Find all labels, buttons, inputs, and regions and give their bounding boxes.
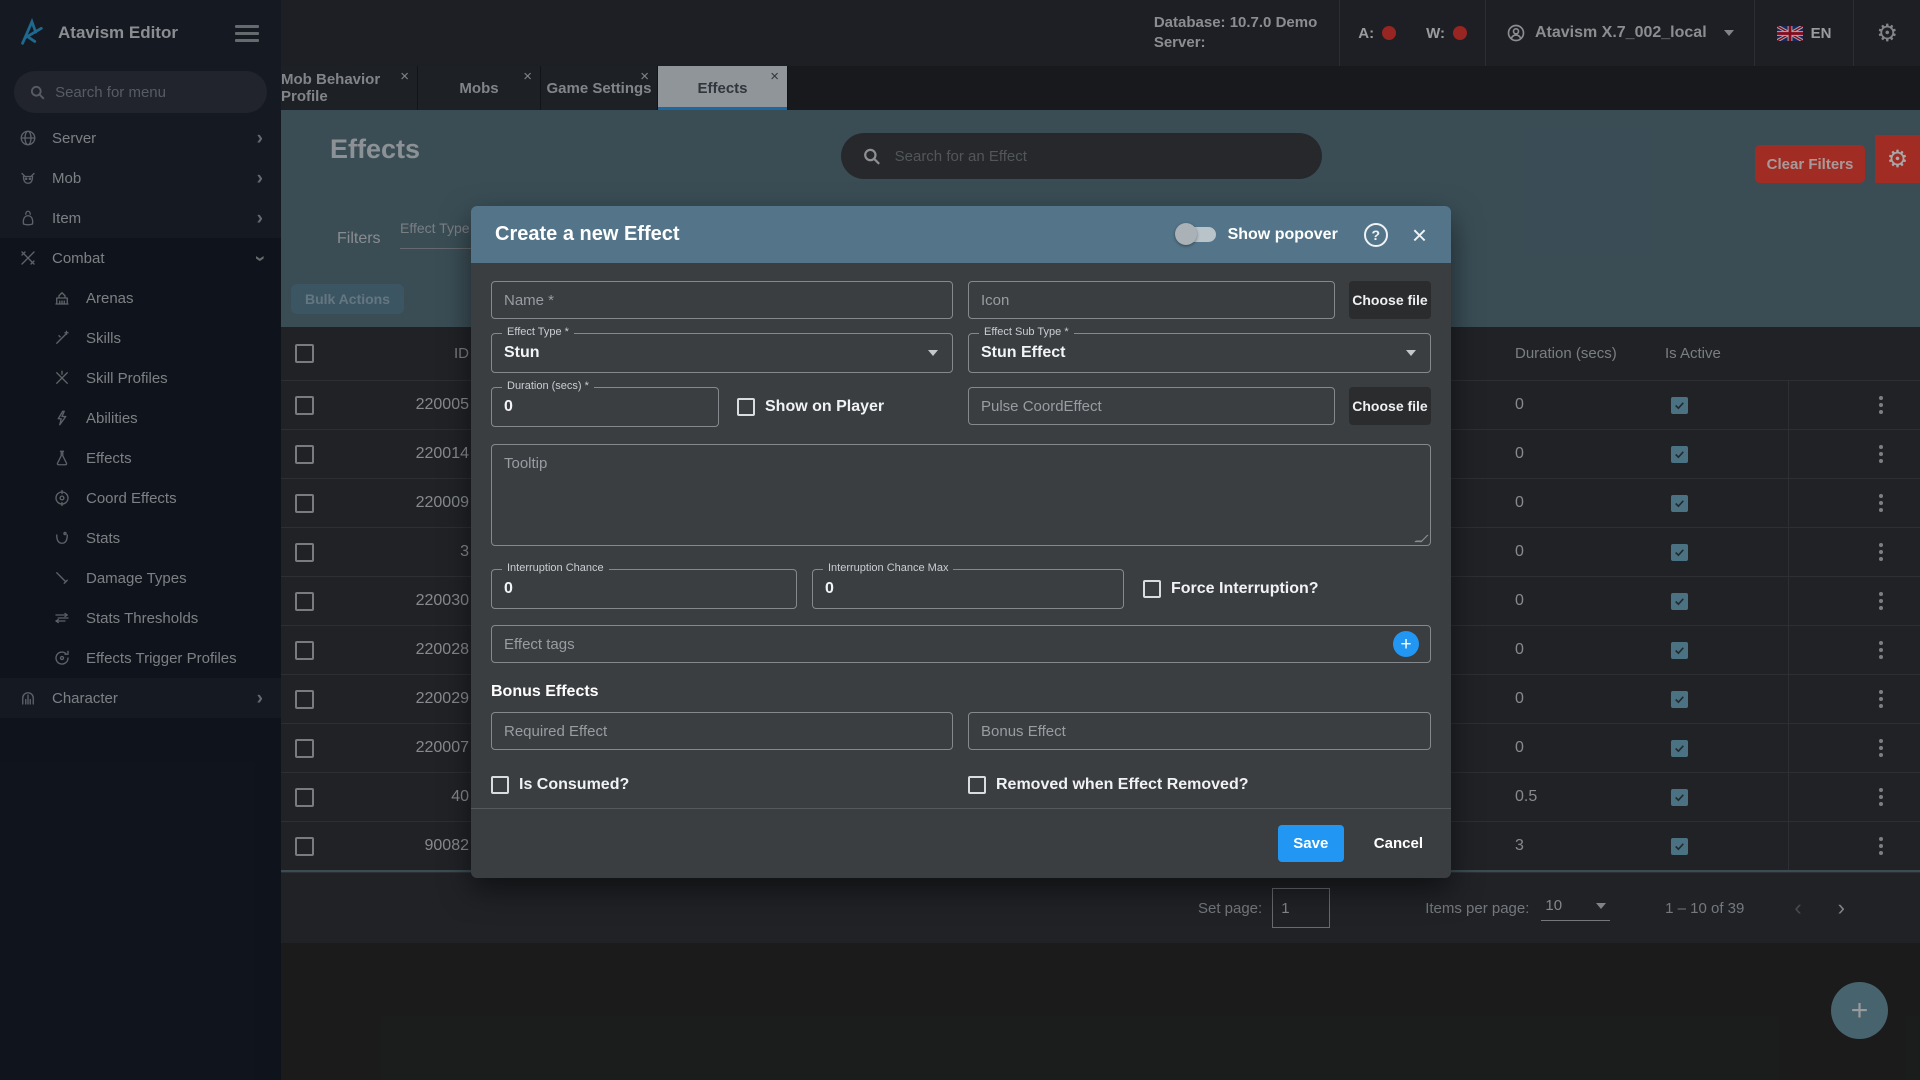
cancel-button[interactable]: Cancel	[1374, 835, 1423, 852]
interruption-chance-max-input[interactable]	[825, 580, 1111, 598]
modal-footer: Save Cancel	[471, 808, 1451, 878]
interruption-chance-max-label: Interruption Chance Max	[823, 562, 954, 574]
removed-when-effect-removed-checkbox[interactable]: Removed when Effect Removed?	[968, 776, 1249, 794]
duration-input[interactable]	[504, 398, 706, 416]
help-icon[interactable]: ?	[1363, 222, 1388, 247]
add-tag-button[interactable]: +	[1393, 631, 1419, 657]
checkbox-box	[491, 776, 509, 794]
modal-body: Choose file Effect Type * Stun Effect Su…	[471, 263, 1451, 794]
pulse-coordeffect-field[interactable]	[968, 387, 1335, 425]
tooltip-area	[491, 444, 1431, 551]
is-consumed-checkbox[interactable]: Is Consumed?	[491, 776, 629, 794]
effect-tags-input[interactable]	[491, 625, 1431, 663]
close-icon[interactable]: ×	[1412, 222, 1427, 248]
modal-header: Create a new Effect Show popover ? ×	[471, 206, 1451, 263]
interruption-chance-field[interactable]: Interruption Chance	[491, 562, 797, 609]
chevron-down-icon	[1406, 350, 1416, 356]
removed-when-effect-removed-label: Removed when Effect Removed?	[996, 776, 1249, 793]
effect-sub-type-select[interactable]: Effect Sub Type * Stun Effect	[968, 326, 1431, 373]
effect-type-label: Effect Type *	[502, 326, 574, 338]
pulse-choose-file-button[interactable]: Choose file	[1349, 387, 1431, 425]
show-on-player-checkbox[interactable]: Show on Player	[737, 398, 884, 416]
screen: Atavism Editor Server› Mob› Item›	[0, 0, 1920, 1080]
save-button[interactable]: Save	[1277, 825, 1344, 862]
toggle-knob	[1174, 223, 1197, 245]
force-interruption-checkbox[interactable]: Force Interruption?	[1143, 580, 1319, 598]
checkbox-box	[1143, 580, 1161, 598]
bonus-effect-field[interactable]	[968, 712, 1431, 750]
modal-title: Create a new Effect	[495, 223, 680, 245]
icon-choose-file-button[interactable]: Choose file	[1349, 281, 1431, 319]
interruption-chance-label: Interruption Chance	[502, 562, 609, 574]
effect-sub-type-label: Effect Sub Type *	[979, 326, 1074, 338]
name-field[interactable]	[491, 281, 953, 319]
required-effect-field[interactable]	[491, 712, 953, 750]
interruption-chance-max-field[interactable]: Interruption Chance Max	[812, 562, 1124, 609]
show-popover-label: Show popover	[1227, 225, 1338, 243]
create-effect-modal: Create a new Effect Show popover ? × Cho…	[471, 206, 1451, 878]
tooltip-textarea[interactable]	[491, 444, 1431, 546]
show-popover-toggle[interactable]	[1174, 223, 1216, 245]
bonus-effects-heading: Bonus Effects	[491, 683, 599, 700]
effect-sub-type-value: Stun Effect	[981, 344, 1066, 361]
chevron-down-icon	[928, 350, 938, 356]
checkbox-box	[968, 776, 986, 794]
duration-field[interactable]: Duration (secs) *	[491, 380, 719, 427]
interruption-chance-input[interactable]	[504, 580, 784, 598]
icon-field[interactable]	[968, 281, 1335, 319]
effect-tags-field[interactable]: +	[491, 625, 1431, 663]
is-consumed-label: Is Consumed?	[519, 776, 630, 793]
show-on-player-label: Show on Player	[765, 398, 885, 415]
force-interruption-label: Force Interruption?	[1171, 580, 1319, 597]
duration-label: Duration (secs) *	[502, 380, 594, 392]
checkbox-box	[737, 398, 755, 416]
effect-type-value: Stun	[504, 344, 540, 361]
effect-type-select[interactable]: Effect Type * Stun	[491, 326, 953, 373]
